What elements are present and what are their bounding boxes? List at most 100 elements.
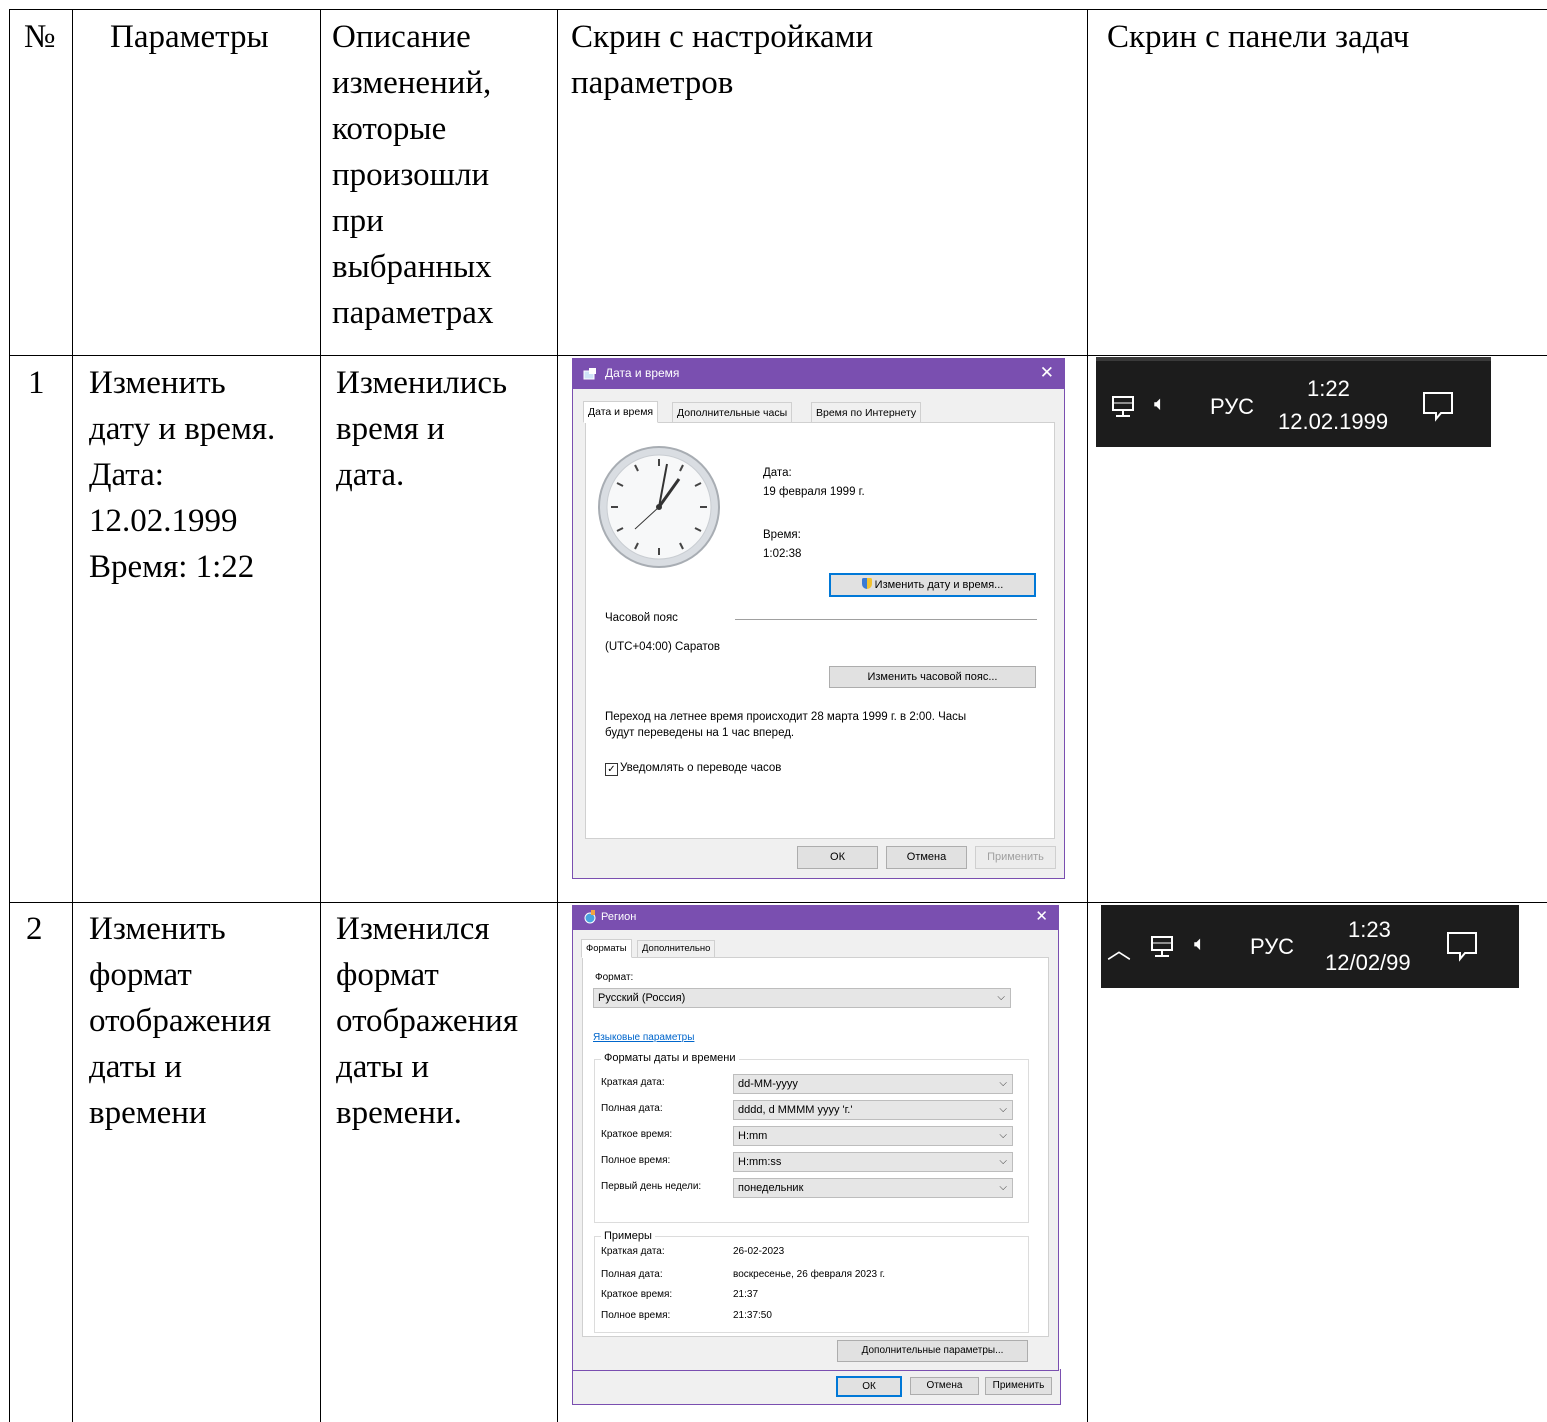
row1-description: Изменились время и дата. [336,365,508,493]
tab-additional[interactable]: Дополнительно [637,940,716,958]
table-col-divider-4 [1087,9,1088,1422]
uac-shield-icon [861,578,872,589]
change-datetime-label: Изменить дату и время... [874,579,1004,591]
chevron-down-icon: ⌵ [999,1156,1007,1167]
table-border-top [9,9,1547,10]
row1-params: Изменить дату и время. Дата: 12.02.1999 Врем… [89,365,276,585]
region-dialog-titlebar: Регион ✕ [573,906,1058,930]
close-icon[interactable]: ✕ [1035,907,1048,925]
network-icon[interactable] [1110,395,1136,419]
format-select[interactable]: Русский (Россия) ⌵ [593,988,1011,1008]
region-cancel-button[interactable]: Отмена [910,1377,979,1395]
dst-info-line1: Переход на летнее время происходит 28 ма… [605,711,967,723]
close-icon[interactable]: ✕ [1040,363,1054,383]
ok-button[interactable]: ОК [797,846,878,869]
taskbar-1-date[interactable]: 12.02.1999 [1278,409,1388,435]
example-long-time-label: Полное время: [601,1310,671,1321]
volume-icon[interactable]: 🔈︎ [1154,393,1166,416]
chevron-down-icon: ⌵ [999,1104,1007,1115]
chevron-down-icon: ⌵ [997,992,1005,1003]
example-short-date-label: Краткая дата: [601,1246,665,1257]
network-icon[interactable] [1149,935,1175,959]
tab-date-time[interactable]: Дата и время [583,401,659,423]
taskbar-2-language[interactable]: РУС [1250,934,1294,960]
taskbar-1: 🔈︎ РУС 1:22 12.02.1999 [1096,357,1491,447]
notification-center-icon[interactable] [1421,390,1455,422]
format-label: Формат: [595,972,634,983]
long-time-select[interactable]: H:mm:ss ⌵ [733,1152,1013,1172]
table-col-divider-2 [320,9,321,1422]
long-time-label: Полное время: [601,1155,671,1166]
document-page: № Параметры Описание изменений, которые про… [0,0,1547,1422]
timezone-value: (UTC+04:00) Саратов [605,641,720,653]
taskbar-2-time[interactable]: 1:23 [1348,917,1391,943]
header-num: № [24,19,56,55]
timezone-divider [735,619,1037,620]
row2-params: Изменить формат отображения даты и времени [89,911,271,1131]
datetime-app-icon [583,368,596,380]
time-value: 1:02:38 [763,548,802,560]
apply-button[interactable]: Применить [975,846,1056,869]
notification-center-icon[interactable] [1445,930,1479,962]
datetime-formats-group-title: Форматы даты и времени [601,1052,739,1064]
notify-checkbox[interactable]: ✓ [605,763,618,776]
first-day-label: Первый день недели: [601,1181,702,1192]
example-long-date-label: Полная дата: [601,1269,663,1280]
taskbar-1-top-strip [1096,357,1491,361]
volume-icon[interactable]: 🔈︎ [1194,933,1206,956]
row2-num: 2 [26,911,43,947]
dst-info-line2: будут переведены на 1 час вперед. [605,727,795,739]
change-datetime-button[interactable]: Изменить дату и время... [829,573,1036,597]
notify-checkbox-label: Уведомлять о переводе часов [620,762,782,774]
taskbar-2: ︿ 🔈︎ РУС 1:23 12/02/99 [1101,905,1519,988]
datetime-dialog: Дата и время ✕ Дата и время Дополнительн… [572,358,1065,879]
header-description: Описание изменений, которые произошли при выб… [332,19,494,331]
region-dialog-title: Регион [601,911,637,923]
short-time-select[interactable]: H:mm ⌵ [733,1126,1013,1146]
table-col-divider-1 [72,9,73,1422]
chevron-down-icon: ⌵ [999,1130,1007,1141]
short-date-value: dd-MM-yyyy [738,1078,798,1090]
region-apply-button[interactable]: Применить [985,1377,1052,1395]
long-time-value: H:mm:ss [738,1156,782,1168]
long-date-select[interactable]: dddd, d MMMM yyyy 'г.' ⌵ [733,1100,1013,1120]
tab-additional-clocks[interactable]: Дополнительные часы [672,402,793,424]
change-timezone-button[interactable]: Изменить часовой пояс... [829,666,1036,688]
header-settings-screenshot: Скрин с настройками параметров [571,19,874,101]
datetime-dialog-title: Дата и время [605,366,680,380]
chevron-down-icon: ⌵ [999,1078,1007,1089]
cancel-button[interactable]: Отмена [886,846,967,869]
language-settings-link[interactable]: Языковые параметры [593,1032,694,1043]
timezone-label: Часовой пояс [605,612,678,624]
tab-formats[interactable]: Форматы [581,939,632,958]
short-date-select[interactable]: dd-MM-yyyy ⌵ [733,1074,1013,1094]
region-ok-button[interactable]: ОК [836,1376,902,1397]
taskbar-1-language[interactable]: РУС [1210,394,1254,420]
long-date-label: Полная дата: [601,1103,663,1114]
show-hidden-icons-chevron-up-icon[interactable]: ︿ [1107,930,1131,965]
taskbar-1-time[interactable]: 1:22 [1307,376,1350,402]
region-app-icon [584,910,596,924]
date-label: Дата: [763,467,792,479]
short-time-value: H:mm [738,1130,768,1142]
format-select-value: Русский (Россия) [598,992,686,1004]
long-date-value: dddd, d MMMM yyyy 'г.' [738,1104,853,1116]
table-border-row1 [9,355,1547,356]
row2-description: Изменился формат отображения даты и времени. [336,911,518,1131]
chevron-down-icon: ⌵ [999,1182,1007,1193]
taskbar-2-date[interactable]: 12/02/99 [1325,950,1411,976]
example-short-time-value: 21:37 [733,1289,759,1300]
example-long-time-value: 21:37:50 [733,1310,772,1321]
short-date-label: Краткая дата: [601,1077,665,1088]
header-params: Параметры [110,19,269,55]
example-short-date-value: 26-02-2023 [733,1246,785,1257]
advanced-settings-button[interactable]: Дополнительные параметры... [837,1340,1028,1362]
first-day-value: понедельник [738,1182,804,1194]
tab-internet-time[interactable]: Время по Интернету [811,402,922,424]
date-value: 19 февраля 1999 г. [763,486,865,498]
example-long-date-value: воскресенье, 26 февраля 2023 г. [733,1269,886,1280]
first-day-select[interactable]: понедельник ⌵ [733,1178,1013,1198]
region-dialog: Регион ✕ Форматы Дополнительно Формат: Р… [572,905,1059,1371]
table-border-left [9,9,10,1422]
time-label: Время: [763,529,801,541]
